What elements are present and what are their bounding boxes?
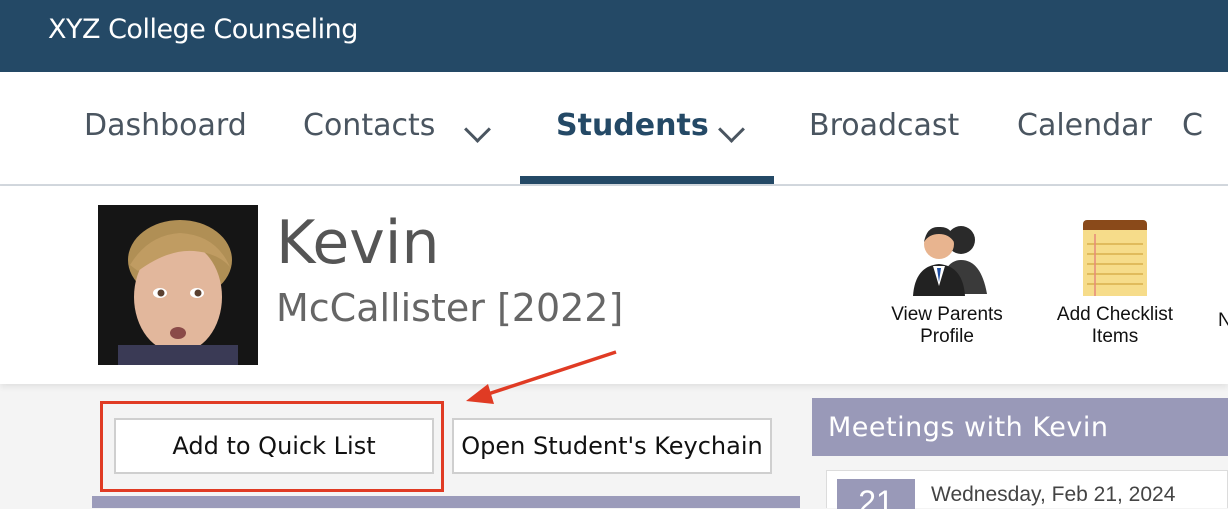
main-nav: Dashboard Contacts Students Broadcast Ca… xyxy=(0,72,1228,186)
view-parents-profile-action[interactable]: View Parents Profile xyxy=(884,216,1010,348)
open-student-keychain-button[interactable]: Open Student's Keychain xyxy=(452,418,772,474)
annotation-arrow-icon xyxy=(466,350,617,404)
nav-broadcast[interactable]: Broadcast xyxy=(809,108,959,143)
nav-calendar[interactable]: Calendar xyxy=(1017,108,1152,143)
meeting-day-badge: 21 xyxy=(837,479,915,509)
notepad-icon xyxy=(1071,216,1159,298)
nav-contacts[interactable]: Contacts xyxy=(303,108,435,143)
section-header-strip xyxy=(92,496,800,508)
student-avatar xyxy=(98,205,258,365)
nav-more-partial[interactable]: C xyxy=(1182,108,1203,143)
students-chevron-down-icon[interactable] xyxy=(718,116,745,143)
app-header: XYZ College Counseling xyxy=(0,0,1228,72)
add-checklist-label: Add Checklist Items xyxy=(1056,304,1174,347)
next-action-partial[interactable]: N xyxy=(1218,310,1228,332)
add-checklist-items-action[interactable]: Add Checklist Items xyxy=(1050,216,1180,348)
active-tab-indicator xyxy=(520,176,774,184)
meeting-item[interactable]: 21 Wednesday, Feb 21, 2024 xyxy=(826,470,1228,509)
meeting-date: Wednesday, Feb 21, 2024 xyxy=(931,483,1176,506)
view-parents-label: View Parents Profile xyxy=(891,304,1003,347)
nav-dashboard[interactable]: Dashboard xyxy=(84,108,247,143)
meetings-panel-header: Meetings with Kevin xyxy=(812,398,1228,456)
app-title: XYZ College Counseling xyxy=(48,14,358,45)
student-last-name-year: McCallister [2022] xyxy=(276,286,624,330)
parents-icon xyxy=(903,216,991,298)
contacts-chevron-down-icon[interactable] xyxy=(464,116,491,143)
nav-students[interactable]: Students xyxy=(556,108,709,143)
annotation-highlight-box xyxy=(100,401,444,492)
student-first-name: Kevin xyxy=(276,208,440,278)
